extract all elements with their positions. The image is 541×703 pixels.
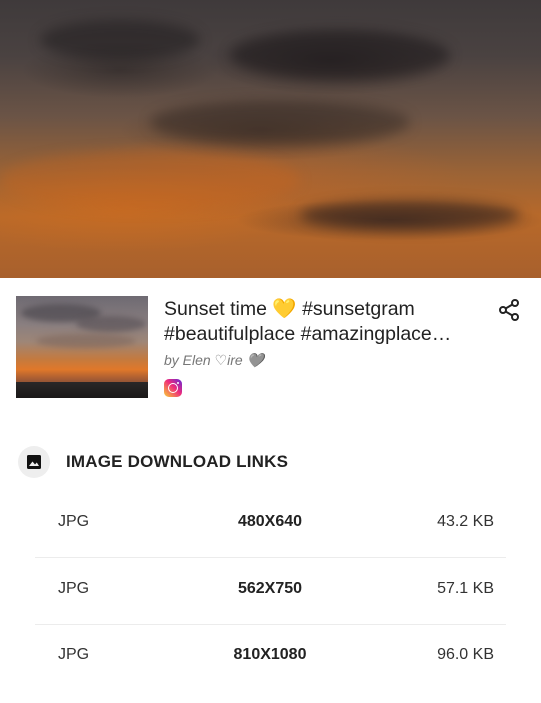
share-icon[interactable]: [497, 298, 521, 322]
hero-cloud: [0, 150, 300, 210]
download-size: 57.1 KB: [437, 580, 494, 597]
post-author[interactable]: by Elen ♡ire 🩶: [164, 352, 264, 369]
instagram-icon[interactable]: [164, 379, 182, 397]
post-title: Sunset time 💛 #sunsetgram #beautifulplac…: [164, 298, 452, 345]
hero-image[interactable]: [0, 0, 541, 278]
download-row[interactable]: JPG 810X1080 96.0 KB: [35, 624, 506, 690]
download-size: 96.0 KB: [437, 646, 494, 663]
hero-cloud: [40, 20, 200, 60]
download-size: 43.2 KB: [437, 513, 494, 530]
section-title: IMAGE DOWNLOAD LINKS: [66, 452, 289, 471]
hero-cloud: [150, 100, 410, 145]
thumb-ground: [16, 382, 148, 398]
download-resolution: 810X1080: [233, 646, 307, 663]
download-format: JPG: [58, 580, 90, 597]
hero-cloud: [230, 30, 450, 80]
download-row[interactable]: JPG 562X750 57.1 KB: [35, 558, 506, 625]
post-thumbnail[interactable]: [16, 296, 148, 398]
thumb-cloud: [76, 316, 146, 332]
download-format: JPG: [58, 646, 90, 663]
download-row[interactable]: JPG 480X640 43.2 KB: [35, 491, 506, 558]
hero-cloud: [300, 200, 520, 230]
download-resolution: 480X640: [237, 513, 303, 530]
download-format: JPG: [58, 513, 90, 530]
thumb-cloud: [36, 334, 136, 348]
download-resolution: 562X750: [237, 580, 303, 597]
image-icon: [18, 446, 50, 478]
